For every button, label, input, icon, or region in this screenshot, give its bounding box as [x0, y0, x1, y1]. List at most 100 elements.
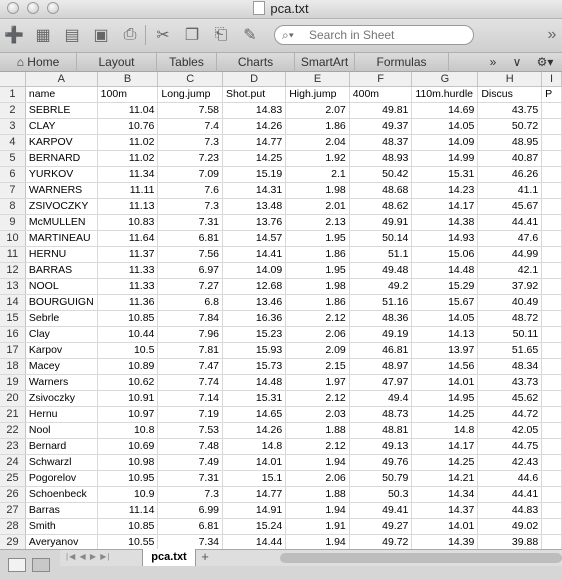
cell[interactable]: 10.8: [97, 422, 159, 439]
row-header[interactable]: 27: [0, 502, 26, 519]
cell[interactable]: [541, 262, 562, 279]
row-header[interactable]: 22: [0, 422, 26, 439]
cell[interactable]: 13.97: [411, 342, 479, 359]
cell[interactable]: 48.95: [477, 134, 543, 151]
row-header[interactable]: 20: [0, 390, 26, 407]
row-header[interactable]: 13: [0, 278, 26, 295]
cell[interactable]: 7.3: [157, 198, 223, 215]
cell[interactable]: 7.53: [157, 422, 223, 439]
cell[interactable]: 10.98: [97, 454, 159, 471]
cell[interactable]: Zsivoczky: [25, 390, 98, 407]
cell[interactable]: 12.68: [222, 278, 287, 295]
cell[interactable]: 14.99: [411, 150, 479, 167]
cell[interactable]: 44.83: [477, 502, 543, 519]
cell[interactable]: 50.11: [477, 326, 543, 343]
row-header[interactable]: 10: [0, 230, 26, 247]
cell[interactable]: BOURGUIGN: [25, 294, 98, 311]
cell[interactable]: 14.39: [411, 534, 479, 549]
cell[interactable]: 14.41: [222, 246, 287, 263]
cell[interactable]: 48.73: [349, 406, 413, 423]
row-header[interactable]: 1: [0, 86, 26, 103]
cell[interactable]: [541, 214, 562, 231]
cell[interactable]: [541, 310, 562, 327]
cell[interactable]: 2.03: [285, 406, 350, 423]
cell[interactable]: 48.37: [349, 134, 413, 151]
cell[interactable]: 7.81: [157, 342, 223, 359]
cell[interactable]: Sebrle: [25, 310, 98, 327]
print-icon[interactable]: ⎙: [118, 24, 142, 46]
column-header[interactable]: B: [97, 72, 159, 87]
row-header[interactable]: 15: [0, 310, 26, 327]
cell[interactable]: 42.1: [477, 262, 543, 279]
row-header[interactable]: 11: [0, 246, 26, 263]
cell[interactable]: Shot.put: [222, 86, 287, 103]
templates-icon[interactable]: ▦: [31, 24, 55, 46]
cell[interactable]: 48.36: [349, 310, 413, 327]
cell[interactable]: Schoenbeck: [25, 486, 98, 503]
cell[interactable]: [541, 470, 562, 487]
cell[interactable]: 46.81: [349, 342, 413, 359]
cell[interactable]: 40.87: [477, 150, 543, 167]
cell[interactable]: 100m: [97, 86, 159, 103]
cell[interactable]: BARRAS: [25, 262, 98, 279]
cell[interactable]: 6.8: [157, 294, 223, 311]
column-header[interactable]: C: [157, 72, 223, 87]
cell[interactable]: Discus: [477, 86, 543, 103]
cell[interactable]: 1.98: [285, 182, 350, 199]
row-header[interactable]: 7: [0, 182, 26, 199]
cell[interactable]: 2.01: [285, 198, 350, 215]
cell[interactable]: 51.16: [349, 294, 413, 311]
cell[interactable]: [541, 438, 562, 455]
cell[interactable]: 14.09: [222, 262, 287, 279]
cell[interactable]: 42.43: [477, 454, 543, 471]
cell[interactable]: 14.56: [411, 358, 479, 375]
copy-icon[interactable]: ❐: [180, 24, 204, 46]
cell[interactable]: 49.37: [349, 118, 413, 135]
row-header[interactable]: 18: [0, 358, 26, 375]
add-sheet-button[interactable]: +: [198, 550, 212, 564]
cell[interactable]: 49.19: [349, 326, 413, 343]
cell[interactable]: 50.79: [349, 470, 413, 487]
column-header[interactable]: D: [222, 72, 287, 87]
cell[interactable]: Smith: [25, 518, 98, 535]
cell[interactable]: 1.86: [285, 118, 350, 135]
cell[interactable]: 7.31: [157, 470, 223, 487]
cell[interactable]: 11.11: [97, 182, 159, 199]
cell[interactable]: 7.14: [157, 390, 223, 407]
row-header[interactable]: 3: [0, 118, 26, 135]
select-all-corner[interactable]: [0, 72, 26, 87]
cell[interactable]: 10.55: [97, 534, 159, 549]
cell[interactable]: Long.jump: [157, 86, 223, 103]
cell[interactable]: 7.3: [157, 134, 223, 151]
cell[interactable]: 14.38: [411, 214, 479, 231]
column-header[interactable]: H: [477, 72, 543, 87]
cell[interactable]: 48.81: [349, 422, 413, 439]
cell[interactable]: 49.76: [349, 454, 413, 471]
save-icon[interactable]: ▣: [89, 24, 113, 46]
cell[interactable]: 14.95: [411, 390, 479, 407]
cell[interactable]: CLAY: [25, 118, 98, 135]
row-header[interactable]: 5: [0, 150, 26, 167]
cell[interactable]: 45.67: [477, 198, 543, 215]
cell[interactable]: 15.19: [222, 166, 287, 183]
row-header[interactable]: 19: [0, 374, 26, 391]
cell[interactable]: 40.49: [477, 294, 543, 311]
cell[interactable]: P: [541, 86, 562, 103]
cell[interactable]: 2.13: [285, 214, 350, 231]
cell[interactable]: 14.83: [222, 102, 287, 119]
open-folder-icon[interactable]: ▤: [60, 24, 84, 46]
cell[interactable]: 51.1: [349, 246, 413, 263]
cell[interactable]: 6.81: [157, 518, 223, 535]
cell[interactable]: 11.33: [97, 262, 159, 279]
cell[interactable]: 1.91: [285, 518, 350, 535]
cell[interactable]: 41.1: [477, 182, 543, 199]
cell[interactable]: [541, 326, 562, 343]
cell[interactable]: 10.85: [97, 518, 159, 535]
column-header[interactable]: F: [349, 72, 413, 87]
cell[interactable]: 7.23: [157, 150, 223, 167]
column-header[interactable]: A: [25, 72, 98, 87]
row-header[interactable]: 6: [0, 166, 26, 183]
column-header[interactable]: E: [285, 72, 350, 87]
cell[interactable]: 13.76: [222, 214, 287, 231]
cell[interactable]: Hernu: [25, 406, 98, 423]
